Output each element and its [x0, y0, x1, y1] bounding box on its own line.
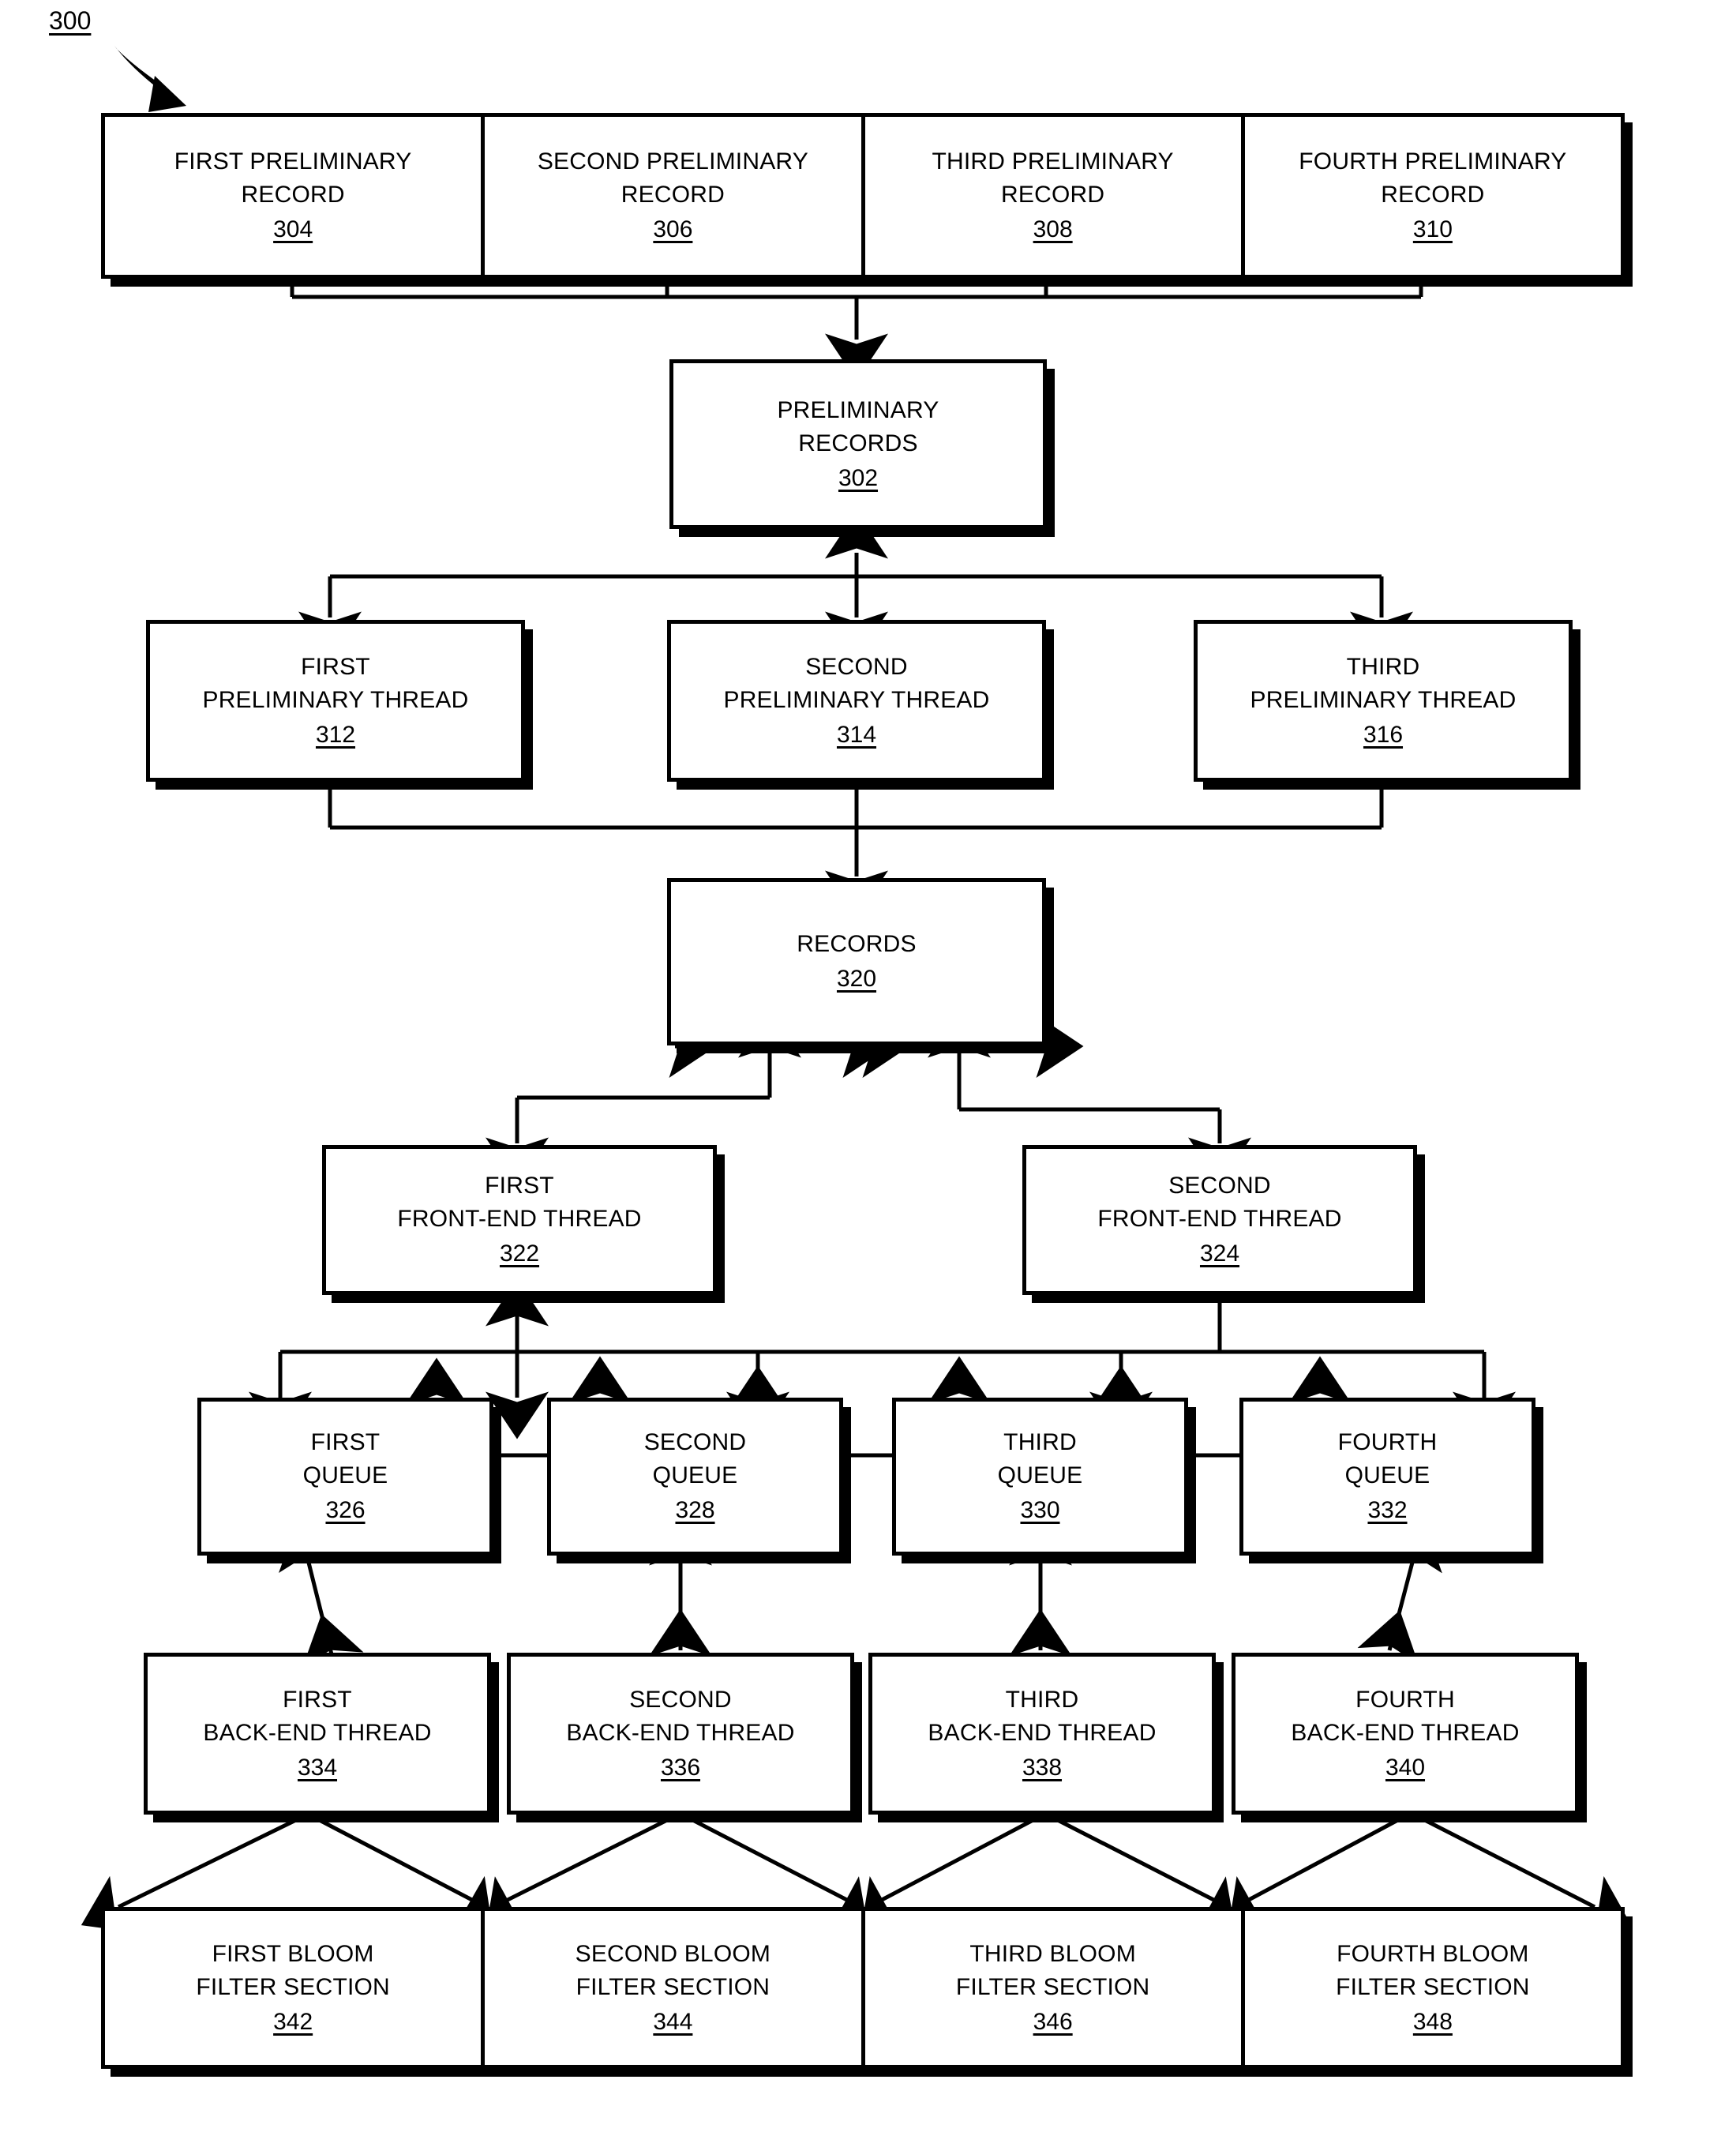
- node-title: THIRD BLOOM FILTER SECTION: [955, 1940, 1150, 2000]
- node-first-queue[interactable]: FIRST QUEUE 326: [197, 1398, 493, 1556]
- node-second-bloom-filter-section[interactable]: SECOND BLOOM FILTER SECTION 344: [485, 1911, 865, 2065]
- node-title: FIRST PRELIMINARY THREAD: [202, 653, 469, 713]
- node-ref: 346: [1033, 2008, 1073, 2035]
- node-ref: 338: [1022, 1754, 1063, 1781]
- node-ref: 320: [836, 966, 877, 992]
- node-title: SECOND QUEUE: [643, 1429, 747, 1488]
- node-second-queue[interactable]: SECOND QUEUE 328: [547, 1398, 843, 1556]
- node-ref: 308: [1033, 216, 1073, 242]
- wire-queue-backend-1: [279, 1519, 364, 1668]
- node-ref: 328: [675, 1497, 715, 1523]
- bloom-filter-sections-row: FIRST BLOOM FILTER SECTION 342 SECOND BL…: [101, 1907, 1625, 2069]
- wire-backend-to-bloom-1: [81, 1814, 523, 1933]
- node-ref: 344: [653, 2008, 693, 2035]
- node-title: SECOND BLOOM FILTER SECTION: [575, 1940, 771, 2000]
- node-records[interactable]: RECORDS 320: [667, 878, 1046, 1045]
- node-third-preliminary-thread[interactable]: THIRD PRELIMINARY THREAD 316: [1194, 620, 1573, 782]
- node-ref: 342: [273, 2008, 313, 2035]
- node-ref: 302: [838, 464, 879, 491]
- node-title: FIRST FRONT-END THREAD: [397, 1173, 642, 1232]
- node-ref: 314: [836, 721, 877, 748]
- node-title: FOURTH PRELIMINARY RECORD: [1299, 148, 1567, 208]
- node-second-preliminary-record[interactable]: SECOND PRELIMINARY RECORD 306: [485, 117, 865, 275]
- node-fourth-back-end-thread[interactable]: FOURTH BACK-END THREAD 340: [1232, 1653, 1579, 1815]
- node-second-preliminary-thread[interactable]: SECOND PRELIMINARY THREAD 314: [667, 620, 1046, 782]
- node-title: SECOND FRONT-END THREAD: [1097, 1173, 1342, 1232]
- node-preliminary-records[interactable]: PRELIMINARY RECORDS 302: [669, 359, 1047, 529]
- figure-lead-arrow: [114, 46, 186, 112]
- node-ref: 332: [1367, 1497, 1408, 1523]
- node-third-bloom-filter-section[interactable]: THIRD BLOOM FILTER SECTION 346: [864, 1911, 1245, 2065]
- node-ref: 306: [653, 216, 693, 242]
- node-ref: 312: [315, 721, 356, 748]
- node-ref: 324: [1199, 1241, 1240, 1267]
- node-first-front-end-thread[interactable]: FIRST FRONT-END THREAD 322: [322, 1145, 717, 1295]
- wire-queue-backend-4: [1357, 1519, 1442, 1665]
- node-ref: 322: [499, 1241, 540, 1267]
- node-fourth-bloom-filter-section[interactable]: FOURTH BLOOM FILTER SECTION 348: [1244, 1911, 1621, 2065]
- node-title: FOURTH BACK-END THREAD: [1291, 1686, 1520, 1746]
- node-title: FOURTH QUEUE: [1337, 1429, 1438, 1488]
- node-ref: 310: [1412, 216, 1453, 242]
- node-second-front-end-thread[interactable]: SECOND FRONT-END THREAD 324: [1022, 1145, 1417, 1295]
- node-title: FOURTH BLOOM FILTER SECTION: [1336, 1940, 1530, 2000]
- node-ref: 348: [1412, 2008, 1453, 2035]
- wire-backend-to-bloom-4: [1198, 1814, 1632, 1933]
- node-ref: 326: [325, 1497, 366, 1523]
- wire-backend-to-bloom-3: [831, 1814, 1265, 1933]
- node-title: SECOND PRELIMINARY RECORD: [537, 148, 808, 208]
- node-fourth-preliminary-record[interactable]: FOURTH PRELIMINARY RECORD 310: [1244, 117, 1621, 275]
- wire-records-bus-top: [290, 278, 1423, 381]
- node-title: THIRD PRELIMINARY THREAD: [1250, 653, 1517, 713]
- node-fourth-queue[interactable]: FOURTH QUEUE 332: [1239, 1398, 1535, 1556]
- node-title: SECOND PRELIMINARY THREAD: [723, 653, 990, 713]
- node-second-back-end-thread[interactable]: SECOND BACK-END THREAD 336: [507, 1653, 854, 1815]
- wire-frontend-up-to-records: [486, 1010, 1251, 1185]
- node-ref: 336: [660, 1754, 701, 1781]
- node-first-bloom-filter-section[interactable]: FIRST BLOOM FILTER SECTION 342: [105, 1911, 486, 2065]
- node-first-preliminary-record[interactable]: FIRST PRELIMINARY RECORD 304: [105, 117, 486, 275]
- node-title: PRELIMINARY RECORDS: [777, 396, 939, 456]
- wire-bus-upper: [249, 1278, 1516, 1439]
- node-title: FIRST BACK-END THREAD: [203, 1686, 432, 1746]
- node-third-preliminary-record[interactable]: THIRD PRELIMINARY RECORD 308: [864, 117, 1245, 275]
- patent-figure-300: 300 FIRST PRELIMINARY RECORD 304 SECOND …: [0, 0, 1736, 2132]
- figure-number: 300: [49, 6, 92, 35]
- node-title: FIRST QUEUE: [302, 1429, 388, 1488]
- node-ref: 334: [297, 1754, 338, 1781]
- wire-backend-to-bloom-2: [456, 1814, 898, 1933]
- node-title: THIRD QUEUE: [997, 1429, 1083, 1488]
- node-title: THIRD BACK-END THREAD: [928, 1686, 1157, 1746]
- node-third-queue[interactable]: THIRD QUEUE 330: [892, 1398, 1188, 1556]
- node-title: THIRD PRELIMINARY RECORD: [932, 148, 1174, 208]
- node-title: SECOND BACK-END THREAD: [566, 1686, 795, 1746]
- node-title: FIRST BLOOM FILTER SECTION: [196, 1940, 390, 2000]
- node-ref: 304: [273, 216, 313, 242]
- wire-prelim-records-to-threads: [298, 553, 1413, 659]
- wire-threads-to-records: [328, 783, 1384, 918]
- node-first-back-end-thread[interactable]: FIRST BACK-END THREAD 334: [144, 1653, 491, 1815]
- node-ref: 340: [1385, 1754, 1426, 1781]
- node-ref: 330: [1020, 1497, 1060, 1523]
- node-title: RECORDS: [797, 931, 917, 957]
- node-third-back-end-thread[interactable]: THIRD BACK-END THREAD 338: [868, 1653, 1216, 1815]
- node-title: FIRST PRELIMINARY RECORD: [174, 148, 412, 208]
- node-ref: 316: [1363, 721, 1404, 748]
- node-first-preliminary-thread[interactable]: FIRST PRELIMINARY THREAD 312: [146, 620, 525, 782]
- preliminary-records-row: FIRST PRELIMINARY RECORD 304 SECOND PREL…: [101, 113, 1625, 279]
